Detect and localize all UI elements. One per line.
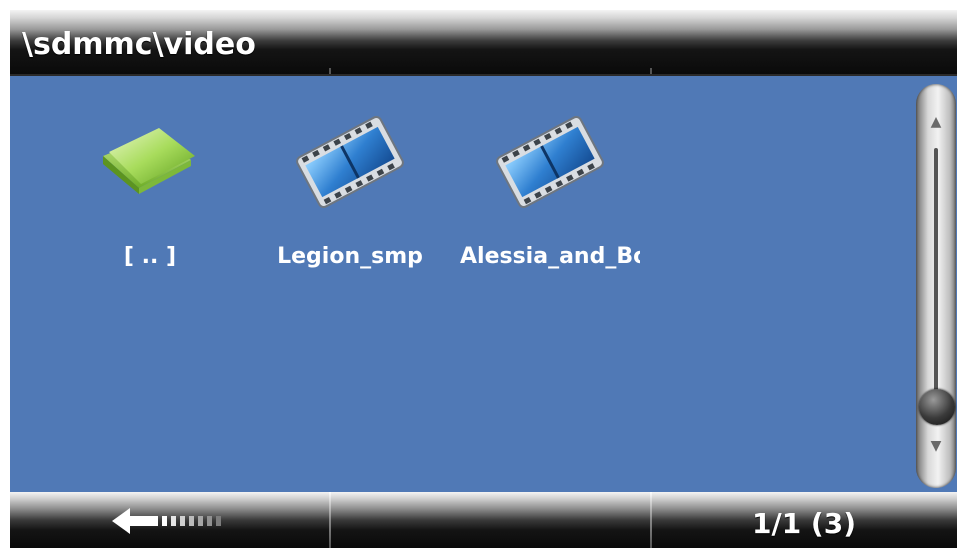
scroll-down-arrow-icon[interactable]: ▼ <box>931 438 942 454</box>
back-arrow-icon <box>112 508 221 534</box>
title-bar: \sdmmc\video <box>10 10 957 76</box>
current-path-title: \sdmmc\video <box>22 27 256 62</box>
bottom-toolbar: 1/1 (3) <box>10 492 957 548</box>
file-item-parent-folder[interactable]: [ .. ] <box>60 76 240 296</box>
vertical-scrollbar[interactable]: ▲ ▼ <box>916 84 956 488</box>
file-label: [ .. ] <box>123 244 177 269</box>
scroll-up-arrow-icon[interactable]: ▲ <box>931 114 942 130</box>
page-count-label: 1/1 (3) <box>751 507 856 540</box>
scroll-track[interactable] <box>934 148 938 408</box>
file-browser-screen: \sdmmc\video [..] Legion_smp Alessia_a… <box>10 10 957 548</box>
file-item-video[interactable]: Alessia_and_Bo <box>460 76 640 296</box>
file-grid: [ .. ] Legion_smp Alessia_and_Bo ▲ ▼ <box>10 74 957 494</box>
file-label: Alessia_and_Bo <box>460 244 640 269</box>
scroll-thumb[interactable] <box>919 389 955 425</box>
folder-icon <box>103 128 195 194</box>
file-label: Legion_smp <box>277 244 423 269</box>
back-button[interactable] <box>10 492 328 548</box>
film-icon <box>296 115 404 209</box>
film-icon <box>496 115 604 209</box>
file-item-video[interactable]: Legion_smp <box>260 76 440 296</box>
toolbar-divider <box>329 492 331 548</box>
